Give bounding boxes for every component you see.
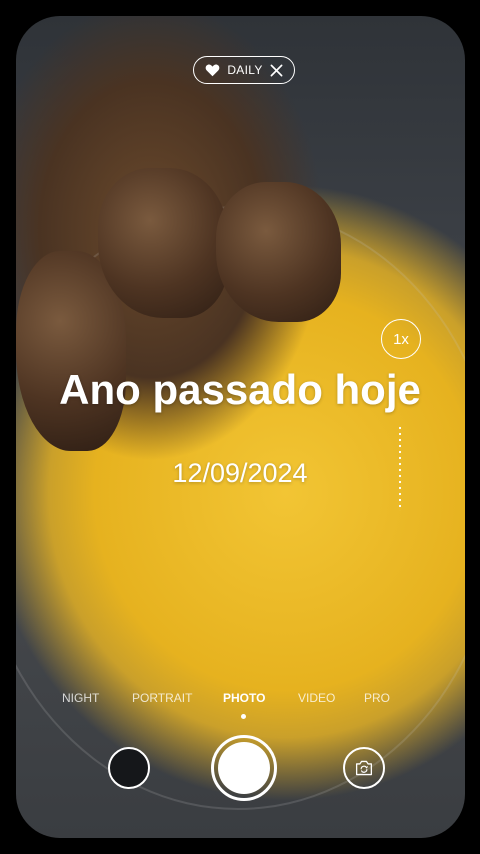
memory-title: Ano passado hoje (59, 366, 421, 413)
food-chicken-right (216, 182, 341, 322)
mode-pro[interactable]: PRO (364, 691, 390, 705)
gallery-thumbnail-button[interactable] (108, 747, 150, 789)
zoom-button[interactable]: 1x (381, 319, 421, 359)
mode-video[interactable]: VIDEO (298, 691, 335, 705)
mode-night[interactable]: NIGHT (62, 691, 99, 705)
camera-mode-selector: NIGHT PORTRAIT PHOTO VIDEO PRO (0, 691, 480, 711)
shutter-button[interactable] (211, 735, 277, 801)
food-chicken-center (98, 168, 228, 318)
daily-badge[interactable]: DAILY (193, 56, 295, 84)
switch-camera-icon (355, 760, 373, 776)
active-mode-indicator (241, 714, 246, 719)
mode-portrait[interactable]: PORTRAIT (132, 691, 192, 705)
mode-photo[interactable]: PHOTO (223, 691, 265, 705)
switch-camera-button[interactable] (343, 747, 385, 789)
close-icon[interactable] (270, 64, 283, 77)
zoom-label: 1x (393, 330, 409, 348)
heart-icon (206, 64, 220, 77)
daily-label: DAILY (227, 63, 263, 77)
shutter-icon (218, 742, 270, 794)
memory-date: 12/09/2024 (172, 458, 308, 488)
